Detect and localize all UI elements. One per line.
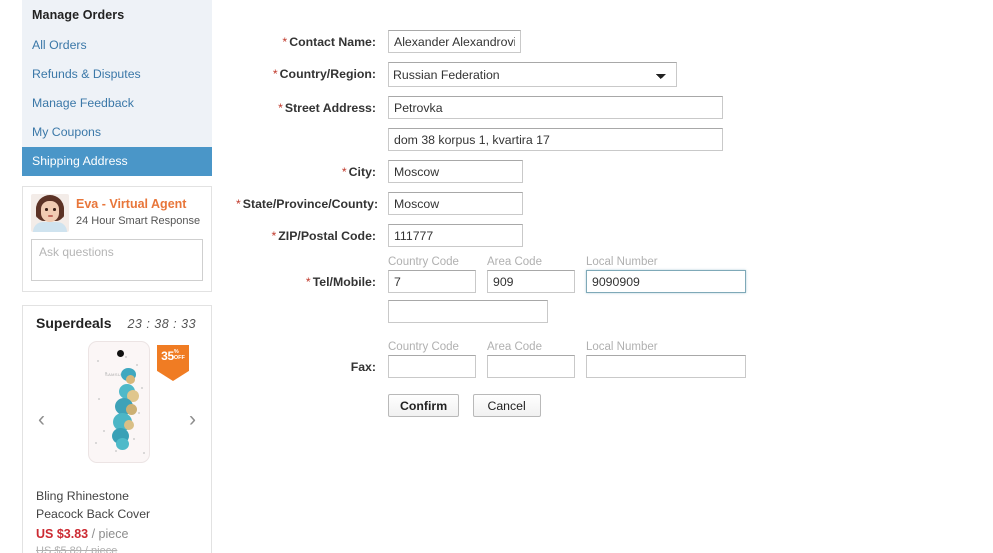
- country-region-label-text: Country/Region:: [279, 67, 376, 81]
- superdeals-card: Superdeals 23 : 38 : 33 ‹ › SAMSUNG 35% …: [22, 305, 212, 553]
- sidebar-item-shipping-address[interactable]: Shipping Address: [22, 147, 212, 176]
- virtual-agent-header: Eva - Virtual Agent 24 Hour Smart Respon…: [31, 194, 203, 232]
- state-province-input[interactable]: [388, 192, 523, 215]
- tel-country-code-caption: Country Code: [388, 256, 459, 268]
- required-marker: *: [278, 101, 283, 115]
- zip-label: * ZIP/Postal Code:: [236, 224, 382, 243]
- superdeals-header: Superdeals 23 : 38 : 33: [33, 315, 201, 331]
- shipping-address-form: *Contact Name: *Country/Region: Russian …: [236, 30, 976, 417]
- sidebar-item-label: All Orders: [32, 38, 87, 52]
- city-label-text: City:: [348, 165, 376, 179]
- sidebar-item-label: Shipping Address: [32, 154, 128, 168]
- virtual-agent-subtitle: 24 Hour Smart Response: [76, 215, 201, 228]
- nav-section-title: Manage Orders: [32, 8, 125, 22]
- form-row-country-region: * Country/Region: Russian Federation: [236, 62, 976, 87]
- tel-area-code-caption: Area Code: [487, 256, 542, 268]
- form-row-zip: * ZIP/Postal Code:: [236, 224, 976, 247]
- sidebar-item-manage-feedback[interactable]: Manage Feedback: [22, 89, 212, 118]
- state-province-label: * State/Province/County:: [236, 192, 382, 211]
- virtual-agent-card: Eva - Virtual Agent 24 Hour Smart Respon…: [22, 186, 212, 292]
- fax-group: Country Code Area Code Local Number: [388, 341, 746, 378]
- carousel-next-icon[interactable]: ›: [189, 409, 196, 430]
- discount-badge: 35% OFF: [157, 345, 189, 381]
- ask-questions-input[interactable]: [31, 239, 203, 281]
- shipping-address-page: Manage Orders All Orders Refunds & Dispu…: [0, 0, 993, 553]
- carousel-prev-icon[interactable]: ‹: [38, 409, 45, 430]
- tel-country-code-input[interactable]: [388, 270, 476, 293]
- required-marker: *: [271, 229, 277, 243]
- tel-extension-input[interactable]: [388, 300, 548, 323]
- zip-label-text: ZIP/Postal Code:: [278, 229, 376, 243]
- fax-local-number-input[interactable]: [586, 355, 746, 378]
- required-marker: *: [305, 275, 311, 289]
- product-image[interactable]: SAMSUNG: [88, 341, 150, 463]
- peacock-artwork: [107, 368, 147, 454]
- sidebar-item-refunds-disputes[interactable]: Refunds & Disputes: [22, 60, 212, 89]
- fax-area-code-input[interactable]: [487, 355, 575, 378]
- zip-input[interactable]: [388, 224, 523, 247]
- account-nav-panel: Manage Orders All Orders Refunds & Dispu…: [22, 0, 212, 176]
- fax-country-code-caption: Country Code: [388, 341, 459, 353]
- fax-label-text: Fax:: [350, 360, 376, 374]
- contact-name-label-text: Contact Name:: [289, 35, 376, 49]
- tel-local-number-caption: Local Number: [586, 256, 658, 268]
- tel-mobile-label: * Tel/Mobile:: [236, 256, 382, 289]
- form-row-city: * City:: [236, 160, 976, 183]
- required-marker: *: [272, 67, 278, 81]
- fax-area-code-caption: Area Code: [487, 341, 542, 353]
- sidebar-item-label: Refunds & Disputes: [32, 67, 141, 81]
- city-label: * City:: [236, 160, 382, 179]
- street-address-label-text: Street Address:: [284, 101, 376, 115]
- country-region-select[interactable]: Russian Federation: [388, 62, 677, 87]
- discount-number: 35: [161, 349, 174, 363]
- avatar: [31, 194, 69, 232]
- sidebar-item-label: My Coupons: [32, 125, 102, 139]
- tel-mobile-label-text: Tel/Mobile:: [312, 275, 376, 289]
- confirm-button[interactable]: Confirm: [388, 394, 460, 417]
- discount-off-label: OFF: [173, 354, 185, 361]
- product-title[interactable]: Bling Rhinestone Peacock Back Cover: [33, 487, 201, 523]
- required-marker: *: [282, 35, 288, 49]
- state-province-label-text: State/Province/County:: [242, 197, 379, 211]
- street-address-line2-input[interactable]: [388, 128, 723, 151]
- tel-extension-row: [388, 300, 746, 323]
- product-title-line2: Peacock Back Cover: [36, 507, 151, 521]
- form-row-fax: Fax: Country Code Area Code Local Number: [236, 341, 976, 378]
- sidebar-item-label: Manage Feedback: [32, 96, 134, 110]
- fax-label: Fax:: [236, 341, 382, 374]
- cancel-button[interactable]: Cancel: [472, 394, 541, 417]
- product-old-price: US $5.89 / piece: [36, 545, 118, 553]
- form-row-contact-name: * Contact Name:: [236, 30, 976, 53]
- city-input[interactable]: [388, 160, 523, 183]
- fax-country-code-input[interactable]: [388, 355, 476, 378]
- required-marker: *: [341, 165, 347, 179]
- contact-name-label: * Contact Name:: [236, 30, 382, 49]
- sidebar-item-my-coupons[interactable]: My Coupons: [22, 118, 212, 147]
- tel-area-code-input[interactable]: [487, 270, 575, 293]
- product-price-unit: / piece: [91, 527, 129, 541]
- deal-carousel: ‹ › SAMSUNG 35% OFF: [33, 341, 201, 471]
- virtual-agent-title: Eva - Virtual Agent: [76, 196, 187, 211]
- product-title-line1: Bling Rhinestone: [36, 489, 129, 503]
- tel-mobile-group: Country Code Area Code Local Number: [388, 256, 746, 293]
- form-row-street-address: * Street Address:: [236, 96, 976, 151]
- contact-name-input[interactable]: [388, 30, 521, 53]
- countdown-timer: 23 : 38 : 33: [127, 317, 197, 331]
- required-marker: *: [236, 197, 241, 211]
- tel-local-number-input[interactable]: [586, 270, 746, 293]
- sidebar-item-all-orders[interactable]: All Orders: [22, 31, 212, 60]
- street-address-line1-input[interactable]: [388, 96, 723, 119]
- country-region-label: * Country/Region:: [236, 62, 382, 81]
- product-current-price: US $3.83: [36, 527, 89, 541]
- street-address-label: * Street Address:: [236, 96, 382, 115]
- product-price: US $3.83 / piece: [33, 527, 201, 541]
- virtual-agent-text: Eva - Virtual Agent 24 Hour Smart Respon…: [76, 197, 200, 229]
- form-actions: Confirm Cancel: [236, 394, 976, 417]
- superdeals-title: Superdeals: [36, 315, 112, 331]
- fax-local-number-caption: Local Number: [586, 341, 658, 353]
- form-row-state-province: * State/Province/County:: [236, 192, 976, 215]
- form-row-tel-mobile: *Tel/Mobile: Country Code Area Code Loca…: [236, 256, 976, 332]
- sidebar: Manage Orders All Orders Refunds & Dispu…: [22, 0, 212, 553]
